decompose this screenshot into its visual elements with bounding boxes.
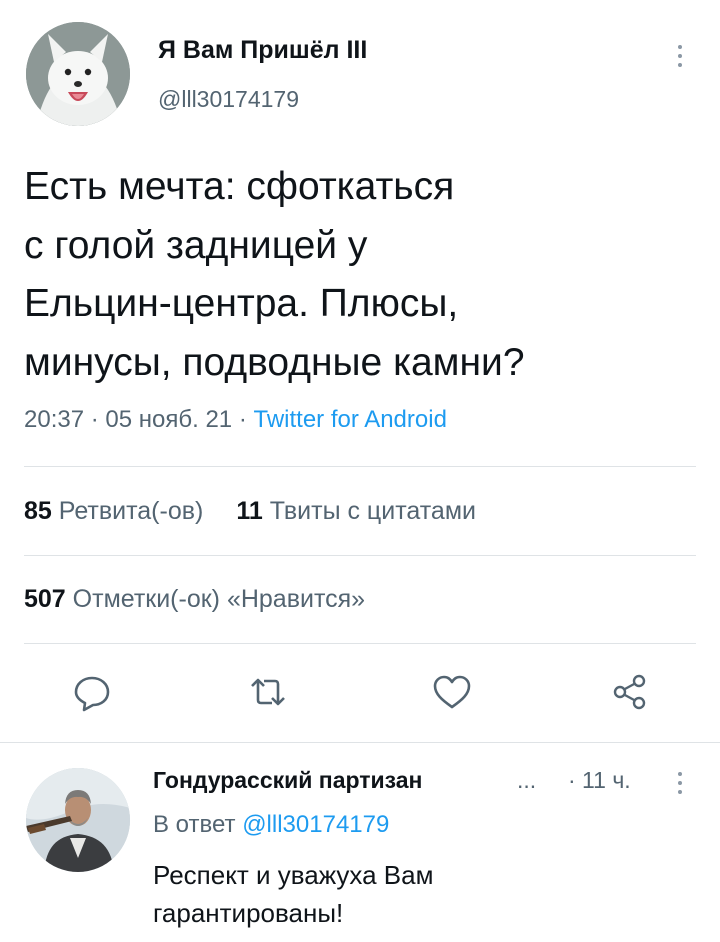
share-icon[interactable] — [608, 670, 652, 714]
likes-stat[interactable]: 507 Отметки(-ок) «Нравится» — [24, 585, 365, 614]
reply-text-line: гарантированы! — [153, 898, 344, 928]
tweet-header: Я Вам Пришёл III @lll30174179 — [0, 0, 720, 140]
quotes-label: Твиты с цитатами — [269, 497, 476, 525]
man-with-rifle-icon — [26, 768, 130, 872]
tweet-source-link[interactable]: Twitter for Android — [254, 406, 447, 433]
retweets-count: 85 — [24, 497, 52, 525]
reply-author-avatar[interactable] — [26, 768, 130, 872]
retweets-label: Ретвита(-ов) — [58, 497, 204, 525]
author-avatar[interactable] — [26, 22, 130, 126]
reply-to-label: В ответ — [153, 811, 236, 838]
reply-name-ellipsis: ... — [517, 767, 537, 793]
author-display-name[interactable]: Я Вам Пришёл III — [158, 36, 367, 65]
arctic-fox-icon — [26, 22, 130, 126]
reply-icon[interactable] — [70, 670, 114, 714]
quotes-count: 11 — [236, 497, 263, 525]
reply-time: · 11 ч. — [568, 767, 631, 793]
stats-row-retweets: 85 Ретвита(-ов) 11 Твиты с цитатами — [24, 497, 476, 526]
tweet-date: 05 нояб. 21 — [105, 406, 233, 433]
likes-count: 507 — [24, 585, 66, 613]
like-icon[interactable] — [430, 670, 474, 714]
meta-separator: · — [90, 406, 99, 433]
reply-text-line: Респект и уважуха Вам — [153, 860, 434, 890]
reply-author-name[interactable]: Гондурасский партизан — [153, 767, 422, 794]
divider — [24, 555, 696, 556]
retweets-stat[interactable]: 85 Ретвита(-ов) — [24, 497, 203, 526]
more-options-icon[interactable] — [670, 40, 690, 70]
stats-row-likes: 507 Отметки(-ок) «Нравится» — [24, 585, 365, 614]
reply-text: Респект и уважуха Вам гарантированы! — [153, 856, 673, 932]
action-bar — [0, 660, 720, 724]
reply-to-line: В ответ @lll30174179 — [153, 811, 389, 839]
tweet-text-line: Есть мечта: сфоткаться — [24, 165, 455, 208]
section-divider — [0, 742, 720, 743]
likes-label: Отметки(-ок) «Нравится» — [72, 585, 366, 613]
author-handle[interactable]: @lll30174179 — [158, 86, 299, 113]
tweet-text-line: Ельцин-центра. Плюсы, — [24, 282, 459, 325]
retweet-icon[interactable] — [246, 670, 290, 714]
tweet-meta: 20:37 · 05 нояб. 21 · Twitter for Androi… — [24, 406, 447, 434]
tweet-text: Есть мечта: сфоткаться с голой задницей … — [24, 158, 684, 392]
quotes-stat[interactable]: 11 Твиты с цитатами — [236, 497, 476, 526]
tweet-time: 20:37 — [24, 406, 85, 433]
tweet-text-line: с голой задницей у — [24, 223, 368, 267]
reply-more-options-icon[interactable] — [670, 767, 690, 797]
reply-to-mention[interactable]: @lll30174179 — [242, 811, 389, 838]
tweet-text-line: минусы, подводные камни? — [24, 340, 525, 384]
divider — [24, 643, 696, 644]
meta-separator: · — [238, 406, 247, 433]
divider — [24, 466, 696, 467]
